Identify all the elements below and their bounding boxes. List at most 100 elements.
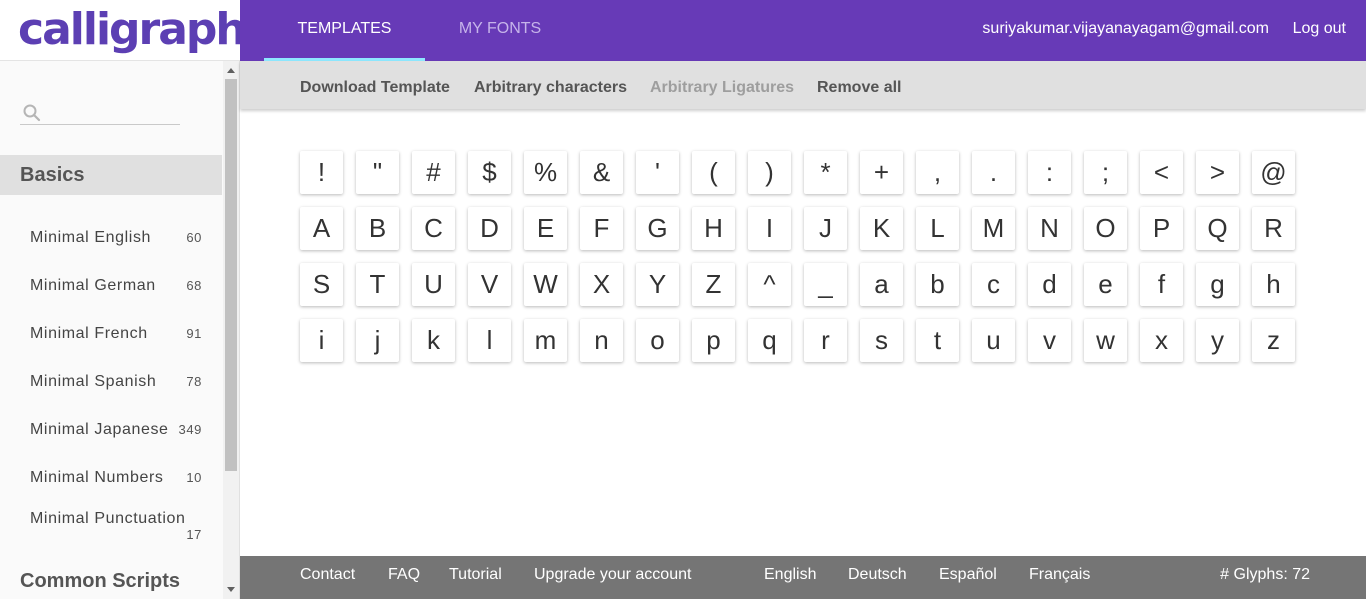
glyph-cell[interactable]: P: [1140, 207, 1183, 250]
logout-link[interactable]: Log out: [1293, 0, 1346, 58]
sidebar-scrollbar[interactable]: [223, 61, 239, 599]
glyph-cell[interactable]: .: [972, 151, 1015, 194]
glyph-cell[interactable]: k: [412, 319, 455, 362]
glyph-cell[interactable]: Z: [692, 263, 735, 306]
glyph-cell[interactable]: w: [1084, 319, 1127, 362]
scroll-up-arrow-icon[interactable]: [227, 68, 235, 73]
tab-my-fonts[interactable]: MY FONTS: [450, 0, 550, 61]
glyph-cell[interactable]: r: [804, 319, 847, 362]
glyph-cell[interactable]: S: [300, 263, 343, 306]
glyph-cell[interactable]: *: [804, 151, 847, 194]
glyph-cell[interactable]: %: [524, 151, 567, 194]
glyph-cell[interactable]: s: [860, 319, 903, 362]
glyph-cell[interactable]: ): [748, 151, 791, 194]
glyph-cell[interactable]: n: [580, 319, 623, 362]
glyph-cell[interactable]: <: [1140, 151, 1183, 194]
glyph-cell[interactable]: e: [1084, 263, 1127, 306]
sidebar-item-count: 68: [186, 278, 202, 293]
glyph-cell[interactable]: j: [356, 319, 399, 362]
glyph-cell[interactable]: J: [804, 207, 847, 250]
glyph-cell[interactable]: ^: [748, 263, 791, 306]
glyph-cell[interactable]: o: [636, 319, 679, 362]
arbitrary-ligatures-button[interactable]: Arbitrary Ligatures: [650, 61, 794, 115]
download-template-button[interactable]: Download Template: [300, 61, 450, 115]
sidebar-item-minimal-punctuation[interactable]: Minimal Punctuation 17: [30, 510, 202, 546]
glyph-cell[interactable]: g: [1196, 263, 1239, 306]
footer-link-faq[interactable]: FAQ: [388, 556, 420, 593]
glyph-cell[interactable]: f: [1140, 263, 1183, 306]
glyph-cell[interactable]: (: [692, 151, 735, 194]
glyph-cell[interactable]: q: [748, 319, 791, 362]
sidebar-item-count: 17: [186, 527, 202, 542]
glyph-cell[interactable]: d: [1028, 263, 1071, 306]
sidebar-item-label: Minimal Punctuation: [30, 510, 186, 527]
glyph-cell[interactable]: R: [1252, 207, 1295, 250]
glyph-cell[interactable]: ,: [916, 151, 959, 194]
glyph-cell[interactable]: v: [1028, 319, 1071, 362]
glyph-cell[interactable]: p: [692, 319, 735, 362]
language-francais[interactable]: Français: [1029, 556, 1090, 593]
scroll-down-arrow-icon[interactable]: [227, 587, 235, 592]
remove-all-button[interactable]: Remove all: [817, 61, 901, 115]
glyph-cell[interactable]: V: [468, 263, 511, 306]
glyph-cell[interactable]: z: [1252, 319, 1295, 362]
glyph-cell[interactable]: C: [412, 207, 455, 250]
glyph-cell[interactable]: :: [1028, 151, 1071, 194]
glyph-cell[interactable]: D: [468, 207, 511, 250]
search-input[interactable]: [46, 100, 176, 124]
glyph-cell[interactable]: l: [468, 319, 511, 362]
glyph-cell[interactable]: b: [916, 263, 959, 306]
glyph-cell[interactable]: @: [1252, 151, 1295, 194]
glyph-cell[interactable]: i: [300, 319, 343, 362]
glyph-cell[interactable]: N: [1028, 207, 1071, 250]
glyph-cell[interactable]: _: [804, 263, 847, 306]
glyph-cell[interactable]: Q: [1196, 207, 1239, 250]
glyph-cell[interactable]: ": [356, 151, 399, 194]
section-basics[interactable]: Basics: [0, 155, 222, 195]
glyph-cell[interactable]: E: [524, 207, 567, 250]
glyph-cell[interactable]: a: [860, 263, 903, 306]
glyph-cell[interactable]: >: [1196, 151, 1239, 194]
glyph-cell[interactable]: L: [916, 207, 959, 250]
language-espanol[interactable]: Español: [939, 556, 997, 593]
glyph-cell[interactable]: O: [1084, 207, 1127, 250]
glyph-cell[interactable]: u: [972, 319, 1015, 362]
glyph-cell[interactable]: X: [580, 263, 623, 306]
glyph-cell[interactable]: M: [972, 207, 1015, 250]
glyph-cell[interactable]: ;: [1084, 151, 1127, 194]
footer-link-tutorial[interactable]: Tutorial: [449, 556, 502, 593]
section-common-scripts[interactable]: Common Scripts: [20, 567, 180, 595]
glyph-cell[interactable]: ': [636, 151, 679, 194]
footer-link-contact[interactable]: Contact: [300, 556, 355, 593]
glyph-cell[interactable]: K: [860, 207, 903, 250]
glyph-cell[interactable]: W: [524, 263, 567, 306]
glyph-cell[interactable]: #: [412, 151, 455, 194]
glyph-cell[interactable]: h: [1252, 263, 1295, 306]
footer-link-upgrade[interactable]: Upgrade your account: [534, 556, 691, 593]
glyph-cell[interactable]: &: [580, 151, 623, 194]
app-logo[interactable]: calligraphr: [18, 2, 266, 58]
glyph-cell[interactable]: x: [1140, 319, 1183, 362]
glyph-cell[interactable]: H: [692, 207, 735, 250]
glyph-cell[interactable]: !: [300, 151, 343, 194]
glyph-cell[interactable]: +: [860, 151, 903, 194]
glyph-cell[interactable]: c: [972, 263, 1015, 306]
glyph-cell[interactable]: Y: [636, 263, 679, 306]
glyph-cell[interactable]: A: [300, 207, 343, 250]
arbitrary-characters-button[interactable]: Arbitrary characters: [474, 61, 627, 115]
language-english[interactable]: English: [764, 556, 816, 593]
language-deutsch[interactable]: Deutsch: [848, 556, 907, 593]
tab-templates[interactable]: TEMPLATES: [264, 0, 425, 61]
glyph-cell[interactable]: U: [412, 263, 455, 306]
glyph-cell[interactable]: G: [636, 207, 679, 250]
glyph-cell[interactable]: t: [916, 319, 959, 362]
glyph-cell[interactable]: I: [748, 207, 791, 250]
glyph-cell[interactable]: B: [356, 207, 399, 250]
scroll-thumb[interactable]: [225, 79, 237, 471]
glyph-cell[interactable]: y: [1196, 319, 1239, 362]
glyph-cell[interactable]: T: [356, 263, 399, 306]
logo-area[interactable]: calligraphr: [0, 0, 266, 61]
glyph-cell[interactable]: m: [524, 319, 567, 362]
glyph-cell[interactable]: F: [580, 207, 623, 250]
glyph-cell[interactable]: $: [468, 151, 511, 194]
